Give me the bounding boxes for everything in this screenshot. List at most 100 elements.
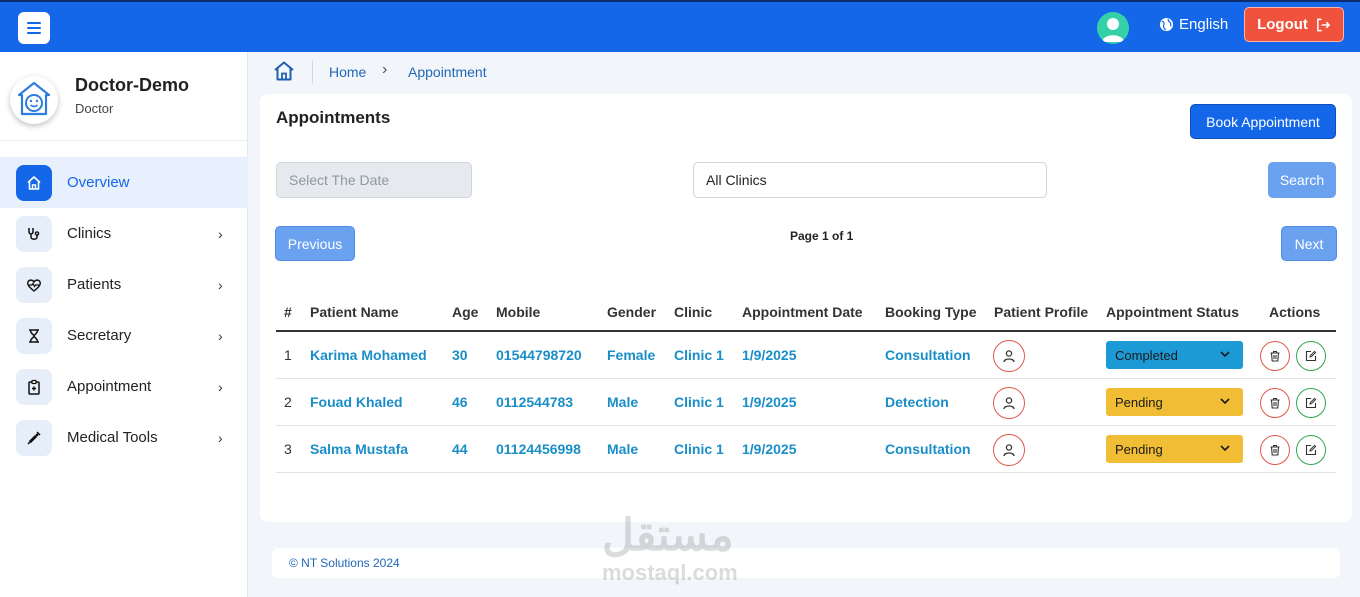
- doctor-logo: [10, 76, 58, 124]
- copyright-text: © NT Solutions 2024: [289, 556, 400, 570]
- doctor-face-icon: [17, 81, 51, 116]
- user-avatar[interactable]: [1097, 12, 1129, 44]
- patient-gender: Male: [607, 394, 639, 410]
- table-row: 1 Karima Mohamed 30 01544798720 Female C…: [276, 332, 1336, 379]
- clinic-name: Clinic 1: [674, 394, 724, 410]
- book-appointment-button[interactable]: Book Appointment: [1190, 104, 1336, 139]
- stethoscope-icon: [16, 215, 52, 252]
- patient-name[interactable]: Karima Mohamed: [310, 347, 427, 363]
- trash-icon: [1270, 350, 1280, 362]
- top-navbar: English Logout: [0, 0, 1360, 52]
- table-header-row: # Patient Name Age Mobile Gender Clinic …: [276, 294, 1336, 332]
- syringe-icon: [16, 419, 52, 456]
- appointment-status-select[interactable]: Completed: [1106, 341, 1243, 369]
- column-header: Appointment Date: [742, 304, 863, 320]
- home-icon: [16, 164, 52, 201]
- patient-profile-button[interactable]: [993, 434, 1025, 466]
- patient-name[interactable]: Salma Mustafa: [310, 441, 408, 457]
- delete-button[interactable]: [1260, 388, 1290, 418]
- page-title: Appointments: [276, 108, 391, 127]
- clipboard-icon: [16, 368, 52, 405]
- sidebar-item-medical-tools[interactable]: Medical Tools ›: [0, 412, 248, 463]
- logout-button[interactable]: Logout: [1244, 7, 1344, 42]
- row-number: 2: [284, 394, 292, 410]
- clinic-filter-select[interactable]: All Clinics: [693, 162, 1047, 198]
- patient-profile-button[interactable]: [993, 387, 1025, 419]
- logout-label: Logout: [1257, 16, 1308, 33]
- sidebar-item-label: Medical Tools: [67, 429, 158, 446]
- home-icon: [274, 61, 294, 81]
- doctor-name: Doctor-Demo: [75, 75, 190, 95]
- globe-icon: [1159, 17, 1174, 32]
- table-row: 2 Fouad Khaled 46 0112544783 Male Clinic…: [276, 379, 1336, 426]
- edit-button[interactable]: [1296, 435, 1326, 465]
- breadcrumb-current: Appointment: [408, 64, 487, 80]
- date-filter-input[interactable]: Select The Date: [276, 162, 472, 198]
- user-icon: [1003, 397, 1015, 410]
- appointment-date: 1/9/2025: [742, 347, 797, 363]
- search-button[interactable]: Search: [1268, 162, 1336, 198]
- sidebar-item-label: Appointment: [67, 378, 152, 395]
- patient-age: 46: [452, 394, 468, 410]
- next-page-button[interactable]: Next: [1281, 226, 1337, 261]
- column-header: Gender: [607, 304, 657, 320]
- appointment-date: 1/9/2025: [742, 441, 797, 457]
- patient-name[interactable]: Fouad Khaled: [310, 394, 403, 410]
- sidebar-item-overview[interactable]: Overview: [0, 157, 248, 208]
- sidebar-item-label: Clinics: [67, 225, 112, 242]
- user-avatar-icon: [1102, 18, 1124, 42]
- column-header: #: [284, 304, 292, 320]
- chevron-right-icon: ›: [218, 327, 223, 344]
- delete-button[interactable]: [1260, 341, 1290, 371]
- booking-type: Consultation: [885, 347, 971, 363]
- user-icon: [1003, 350, 1015, 363]
- booking-type: Consultation: [885, 441, 971, 457]
- chevron-right-icon: ›: [218, 378, 223, 395]
- sidebar-item-appointment[interactable]: Appointment ›: [0, 361, 248, 412]
- user-icon: [1003, 444, 1015, 457]
- delete-button[interactable]: [1260, 435, 1290, 465]
- edit-icon: [1305, 350, 1317, 362]
- status-value: Completed: [1115, 347, 1178, 363]
- appointment-status-select[interactable]: Pending: [1106, 435, 1243, 463]
- edit-button[interactable]: [1296, 388, 1326, 418]
- breadcrumb-divider: [312, 60, 313, 84]
- heart-pulse-icon: [16, 266, 52, 303]
- column-header: Appointment Status: [1106, 304, 1239, 320]
- patient-mobile: 01124456998: [496, 441, 581, 457]
- sidebar-item-label: Secretary: [67, 327, 132, 344]
- language-selector[interactable]: English: [1159, 16, 1228, 33]
- chevron-right-icon: ›: [382, 61, 388, 78]
- clinic-name: Clinic 1: [674, 441, 724, 457]
- sidebar-item-label: Overview: [67, 174, 130, 191]
- menu-toggle-button[interactable]: [18, 12, 50, 44]
- patient-profile-button[interactable]: [993, 340, 1025, 372]
- sidebar: Doctor-Demo Doctor Overview Clinics › Pa…: [0, 52, 248, 597]
- appointment-date: 1/9/2025: [742, 394, 797, 410]
- row-number: 3: [284, 441, 292, 457]
- sidebar-item-patients[interactable]: Patients ›: [0, 259, 248, 310]
- patient-mobile: 0112544783: [496, 394, 574, 410]
- patient-gender: Male: [607, 441, 639, 457]
- edit-icon: [1305, 397, 1317, 409]
- hamburger-icon: [27, 22, 41, 34]
- column-header: Patient Name: [310, 304, 399, 320]
- doctor-role: Doctor: [75, 101, 114, 116]
- sidebar-item-secretary[interactable]: Secretary ›: [0, 310, 248, 361]
- sidebar-item-clinics[interactable]: Clinics ›: [0, 208, 248, 259]
- chevron-down-icon: [1220, 398, 1230, 405]
- chevron-right-icon: ›: [218, 276, 223, 293]
- table-row: 3 Salma Mustafa 44 01124456998 Male Clin…: [276, 426, 1336, 473]
- column-header: Clinic: [674, 304, 713, 320]
- patient-mobile: 01544798720: [496, 347, 582, 363]
- column-header: Booking Type: [885, 304, 977, 320]
- language-label: English: [1179, 16, 1229, 33]
- previous-page-button[interactable]: Previous: [275, 226, 355, 261]
- edit-button[interactable]: [1296, 341, 1326, 371]
- sidebar-nav: Overview Clinics › Patients › Secretary …: [0, 157, 248, 463]
- breadcrumb-home-button[interactable]: [273, 60, 295, 87]
- breadcrumb-home-link[interactable]: Home: [329, 64, 366, 80]
- hourglass-icon: [16, 317, 52, 354]
- appointment-status-select[interactable]: Pending: [1106, 388, 1243, 416]
- patient-age: 30: [452, 347, 468, 363]
